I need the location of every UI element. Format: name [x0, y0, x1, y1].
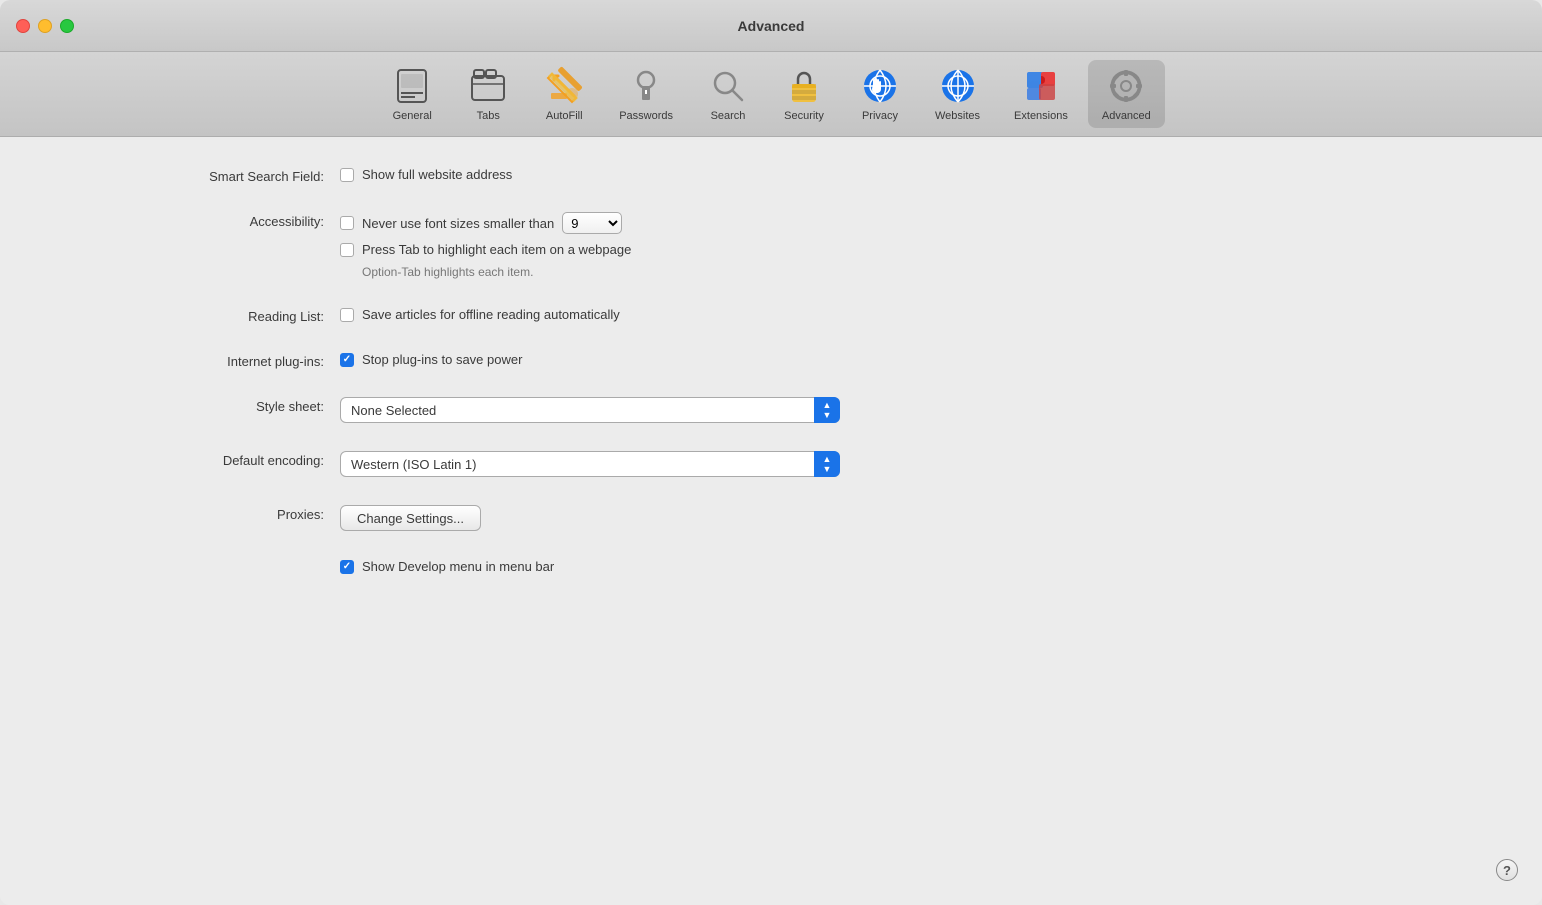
default-encoding-controls: Western (ISO Latin 1) Unicode (UTF-8) ▲ … [340, 451, 840, 477]
press-tab-row: Press Tab to highlight each item on a we… [340, 242, 631, 257]
save-articles-row: Save articles for offline reading automa… [340, 307, 620, 322]
sidebar-item-general[interactable]: General [377, 60, 447, 128]
passwords-icon [626, 66, 666, 106]
advanced-label: Advanced [1102, 110, 1151, 122]
change-settings-button[interactable]: Change Settings... [340, 505, 481, 531]
style-sheet-row: Style sheet: None Selected ▲ ▼ [0, 397, 1542, 423]
press-tab-checkbox[interactable] [340, 243, 354, 257]
security-label: Security [784, 110, 824, 122]
websites-label: Websites [935, 110, 980, 122]
develop-menu-controls: Show Develop menu in menu bar [340, 559, 554, 574]
sidebar-item-advanced[interactable]: Advanced [1088, 60, 1165, 128]
press-tab-label: Press Tab to highlight each item on a we… [362, 242, 631, 257]
passwords-label: Passwords [619, 110, 673, 122]
proxies-controls: Change Settings... [340, 505, 481, 531]
never-use-font-sizes-label: Never use font sizes smaller than [362, 216, 554, 231]
security-icon [784, 66, 824, 106]
smart-search-field-controls: Show full website address [340, 167, 512, 182]
style-sheet-label: Style sheet: [60, 397, 340, 414]
tabs-icon [468, 66, 508, 106]
default-encoding-select-wrapper: Western (ISO Latin 1) Unicode (UTF-8) ▲ … [340, 451, 840, 477]
font-size-row: Never use font sizes smaller than 9 10 1… [340, 212, 631, 234]
sidebar-item-tabs[interactable]: Tabs [453, 60, 523, 128]
default-encoding-select[interactable]: Western (ISO Latin 1) Unicode (UTF-8) [340, 451, 840, 477]
sidebar-item-autofill[interactable]: AutoFill [529, 60, 599, 128]
accessibility-controls: Never use font sizes smaller than 9 10 1… [340, 212, 631, 279]
close-button[interactable] [16, 19, 30, 33]
sidebar-item-privacy[interactable]: Privacy [845, 60, 915, 128]
autofill-label: AutoFill [546, 110, 583, 122]
accessibility-row: Accessibility: Never use font sizes smal… [0, 212, 1542, 279]
tabs-label: Tabs [477, 110, 500, 122]
never-use-font-sizes-checkbox[interactable] [340, 216, 354, 230]
window-title: Advanced [738, 18, 805, 34]
window: Advanced General [0, 0, 1542, 905]
develop-menu-checkbox-row: Show Develop menu in menu bar [340, 559, 554, 574]
default-encoding-label: Default encoding: [60, 451, 340, 468]
sidebar-item-websites[interactable]: Websites [921, 60, 994, 128]
maximize-button[interactable] [60, 19, 74, 33]
general-label: General [393, 110, 432, 122]
stop-plugins-checkbox[interactable] [340, 353, 354, 367]
default-encoding-row: Default encoding: Western (ISO Latin 1) … [0, 451, 1542, 477]
show-full-address-checkbox[interactable] [340, 168, 354, 182]
show-full-address-row: Show full website address [340, 167, 512, 182]
title-bar: Advanced [0, 0, 1542, 52]
reading-list-label: Reading List: [60, 307, 340, 324]
general-icon [392, 66, 432, 106]
show-full-address-label: Show full website address [362, 167, 512, 182]
sidebar-item-passwords[interactable]: Passwords [605, 60, 687, 128]
sidebar-item-security[interactable]: Security [769, 60, 839, 128]
font-size-select[interactable]: 9 10 11 12 14 [562, 212, 622, 234]
accessibility-label: Accessibility: [60, 212, 340, 229]
toolbar: General Tabs [0, 52, 1542, 137]
autofill-icon [544, 66, 584, 106]
internet-plugins-row: Internet plug-ins: Stop plug-ins to save… [0, 352, 1542, 369]
develop-menu-checkbox[interactable] [340, 560, 354, 574]
extensions-icon [1021, 66, 1061, 106]
develop-menu-label: Show Develop menu in menu bar [362, 559, 554, 574]
style-sheet-controls: None Selected ▲ ▼ [340, 397, 840, 423]
privacy-icon [860, 66, 900, 106]
internet-plugins-label: Internet plug-ins: [60, 352, 340, 369]
style-sheet-select[interactable]: None Selected [340, 397, 840, 423]
internet-plugins-controls: Stop plug-ins to save power [340, 352, 522, 367]
save-articles-label: Save articles for offline reading automa… [362, 307, 620, 322]
help-button-container: ? [1496, 859, 1518, 881]
save-articles-checkbox[interactable] [340, 308, 354, 322]
minimize-button[interactable] [38, 19, 52, 33]
advanced-icon [1106, 66, 1146, 106]
proxies-row: Proxies: Change Settings... [0, 505, 1542, 531]
proxies-label: Proxies: [60, 505, 340, 522]
reading-list-row: Reading List: Save articles for offline … [0, 307, 1542, 324]
accessibility-hint: Option-Tab highlights each item. [340, 265, 631, 279]
style-sheet-select-wrapper: None Selected ▲ ▼ [340, 397, 840, 423]
smart-search-field-label: Smart Search Field: [60, 167, 340, 184]
stop-plugins-row: Stop plug-ins to save power [340, 352, 522, 367]
websites-icon [938, 66, 978, 106]
develop-menu-row: Show Develop menu in menu bar [0, 559, 1542, 574]
traffic-lights [16, 19, 74, 33]
stop-plugins-label: Stop plug-ins to save power [362, 352, 522, 367]
extensions-label: Extensions [1014, 110, 1068, 122]
search-icon [708, 66, 748, 106]
search-label: Search [711, 110, 746, 122]
privacy-label: Privacy [862, 110, 898, 122]
sidebar-item-search[interactable]: Search [693, 60, 763, 128]
sidebar-item-extensions[interactable]: Extensions [1000, 60, 1082, 128]
help-button[interactable]: ? [1496, 859, 1518, 881]
smart-search-field-row: Smart Search Field: Show full website ad… [0, 167, 1542, 184]
reading-list-controls: Save articles for offline reading automa… [340, 307, 620, 322]
content-area: Smart Search Field: Show full website ad… [0, 137, 1542, 905]
